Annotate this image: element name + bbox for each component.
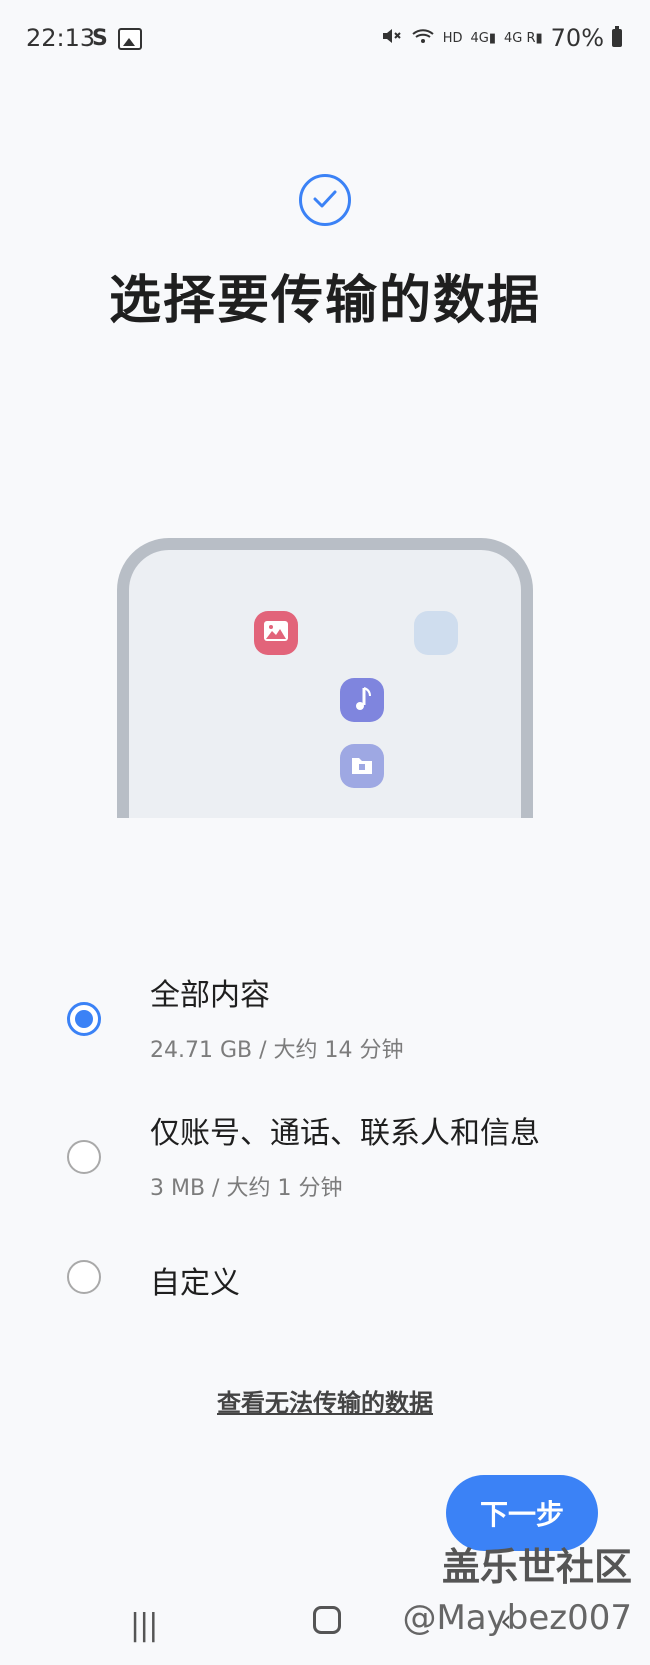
app-placeholder-icon bbox=[414, 611, 458, 655]
wifi-icon bbox=[411, 26, 435, 50]
watermark-user: @Maybez007 bbox=[402, 1598, 632, 1638]
option-label: 自定义 bbox=[150, 1266, 240, 1301]
radio-button-selected[interactable] bbox=[67, 1002, 101, 1036]
option-custom[interactable]: 自定义 bbox=[0, 1218, 650, 1318]
next-button[interactable]: 下一步 bbox=[446, 1475, 598, 1551]
view-untransferable-data-link[interactable]: 查看无法传输的数据 bbox=[0, 1383, 650, 1418]
folder-icon bbox=[340, 744, 384, 788]
recent-apps-icon[interactable]: ||| bbox=[130, 1608, 158, 1643]
status-time: 22:13 bbox=[26, 24, 96, 52]
image-icon bbox=[117, 27, 142, 50]
mute-icon bbox=[379, 24, 403, 52]
radio-button[interactable] bbox=[67, 1260, 101, 1294]
hd-icon: HD bbox=[442, 30, 463, 46]
photo-icon bbox=[254, 611, 298, 655]
radio-button[interactable] bbox=[67, 1140, 101, 1174]
signal-4g-r-icon: 4G R▮ bbox=[503, 30, 543, 46]
status-bar: 22:13 S HD 4G▮ 4G R▮ 70% bbox=[0, 0, 650, 80]
home-icon[interactable] bbox=[313, 1606, 341, 1634]
watermark-site: 盖乐世社区 bbox=[441, 1545, 632, 1589]
page-title: 选择要传输的数据 bbox=[108, 271, 541, 331]
status-left-icons: S bbox=[92, 26, 142, 51]
status-right-icons: HD 4G▮ 4G R▮ 70% bbox=[379, 24, 622, 52]
battery-percentage: 70% bbox=[550, 24, 604, 52]
option-detail: 3 MB / 大约 1 分钟 bbox=[150, 1176, 343, 1201]
check-circle-icon bbox=[299, 174, 351, 226]
option-accounts-calls-contacts-messages[interactable]: 仅账号、通话、联系人和信息 3 MB / 大约 1 分钟 bbox=[0, 1098, 650, 1201]
option-detail: 24.71 GB / 大约 14 分钟 bbox=[150, 1038, 404, 1063]
battery-icon bbox=[612, 26, 622, 47]
option-all-content[interactable]: 全部内容 24.71 GB / 大约 14 分钟 bbox=[0, 960, 650, 1063]
phone-illustration bbox=[117, 538, 533, 818]
music-note-icon bbox=[340, 678, 384, 722]
option-label: 仅账号、通话、联系人和信息 bbox=[150, 1116, 540, 1151]
s-logo-icon: S bbox=[92, 26, 108, 51]
option-label: 全部内容 bbox=[150, 978, 270, 1013]
signal-4g-icon: 4G▮ bbox=[470, 30, 496, 46]
